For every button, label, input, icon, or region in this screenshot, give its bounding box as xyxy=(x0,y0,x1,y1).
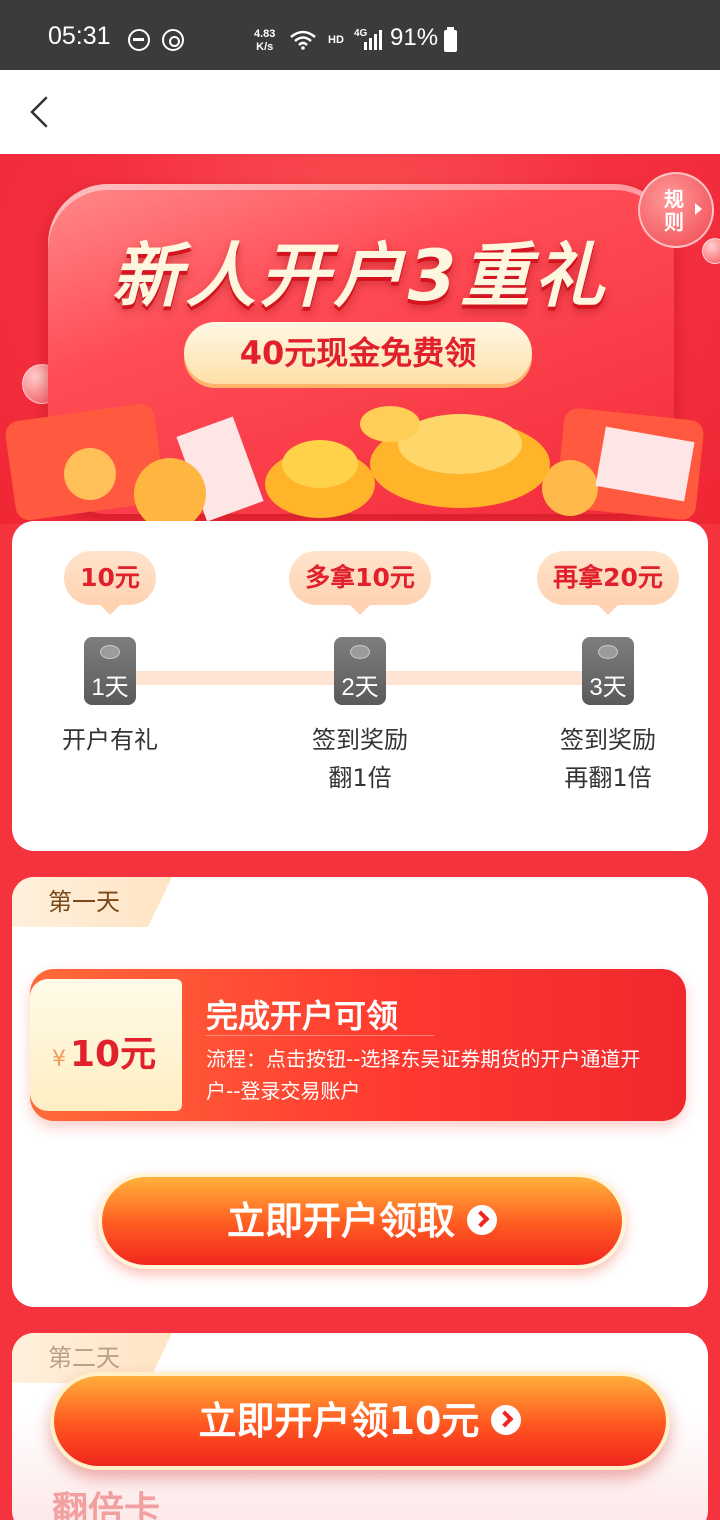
arrow-right-icon xyxy=(491,1404,522,1435)
coupon-amount: ¥10元 xyxy=(52,1025,156,1077)
step-day-label: 3天 xyxy=(589,674,627,701)
step-day-1: 10元 1天 开户有礼 xyxy=(0,551,220,759)
coupon-amount-panel: ¥10元 xyxy=(30,979,182,1111)
red-envelope-icon: 3天 xyxy=(582,637,634,705)
do-not-disturb-icon xyxy=(128,29,150,51)
status-bar: 05:31 4.83 K/s HD 4G 91% xyxy=(0,0,720,70)
speed-value: 4.83 xyxy=(254,28,276,40)
coupon-divider xyxy=(206,1035,434,1036)
speed-unit: K/s xyxy=(256,41,274,53)
wifi-icon xyxy=(290,30,316,50)
rules-label: 规则 xyxy=(664,187,684,234)
signal-icon xyxy=(364,30,382,50)
hero-subtitle: 40元现金免费领 xyxy=(184,322,532,384)
coupon-title: 完成开户可领 xyxy=(206,997,399,1035)
currency-symbol: ¥ xyxy=(52,1047,66,1072)
battery-percent: 91% xyxy=(390,24,439,51)
step-day-2: 多拿10元 2天 签到奖励 翻1倍 xyxy=(250,551,470,797)
step-desc-line: 开户有礼 xyxy=(62,726,158,754)
step-reward: 多拿10元 xyxy=(289,551,431,615)
step-day-label: 2天 xyxy=(341,674,379,701)
nav-bar xyxy=(0,70,720,154)
sync-icon xyxy=(162,29,184,51)
coin-icon xyxy=(598,645,618,659)
bottom-cta-label: 立即开户领10元 xyxy=(198,1399,480,1443)
day-one-card: 第一天 ¥10元 完成开户可领 流程：点击按钮--选择东吴证券期货的开户通道开户… xyxy=(12,877,708,1307)
status-time: 05:31 xyxy=(48,22,111,50)
hero-title: 新人开户3重礼 xyxy=(111,235,609,317)
hd-label: HD xyxy=(328,34,344,46)
step-description: 签到奖励 翻1倍 xyxy=(250,721,470,797)
open-account-claim-button[interactable]: 立即开户领取 xyxy=(98,1173,626,1269)
cta-label: 立即开户领取 xyxy=(226,1199,455,1243)
step-desc-line: 签到奖励 xyxy=(560,726,656,754)
step-desc-line: 翻1倍 xyxy=(328,764,392,792)
coin-icon xyxy=(100,645,120,659)
rules-button[interactable]: 规则 xyxy=(638,172,714,248)
arrow-right-icon xyxy=(467,1204,497,1235)
back-icon[interactable] xyxy=(22,92,62,132)
hero-banner: 新人开户3重礼 40元现金免费领 规则 xyxy=(0,154,720,524)
step-desc-line: 再翻1倍 xyxy=(564,764,652,792)
progress-card: 10元 1天 开户有礼 多拿10元 2天 签到奖励 翻1倍 再拿20元 3天 签… xyxy=(12,521,708,851)
day-two-partial-title: 翻倍卡 xyxy=(52,1490,161,1520)
battery-icon xyxy=(444,27,457,52)
step-day-3: 再拿20元 3天 签到奖励 再翻1倍 xyxy=(498,551,718,797)
coupon-amount-value: 10元 xyxy=(70,1034,157,1075)
step-day-label: 1天 xyxy=(91,674,129,701)
coin-icon xyxy=(350,645,370,659)
gold-ingots-illustration xyxy=(5,404,704,524)
open-account-get-10-button[interactable]: 立即开户领10元 xyxy=(50,1372,670,1470)
red-envelope-icon: 1天 xyxy=(84,637,136,705)
coupon-description: 流程：点击按钮--选择东吴证券期货的开户通道开户--登录交易账户 xyxy=(206,1047,641,1103)
step-desc-line: 签到奖励 xyxy=(312,726,408,754)
step-description: 开户有礼 xyxy=(0,721,220,759)
day-tag: 第一天 xyxy=(12,877,172,927)
step-reward: 10元 xyxy=(64,551,156,615)
step-reward: 再拿20元 xyxy=(537,551,679,615)
rules-arrow-icon xyxy=(695,203,702,215)
red-envelope-icon: 2天 xyxy=(334,637,386,705)
coupon: ¥10元 完成开户可领 流程：点击按钮--选择东吴证券期货的开户通道开户--登录… xyxy=(30,969,686,1121)
step-description: 签到奖励 再翻1倍 xyxy=(498,721,718,797)
network-speed: 4.83 K/s xyxy=(254,28,275,54)
